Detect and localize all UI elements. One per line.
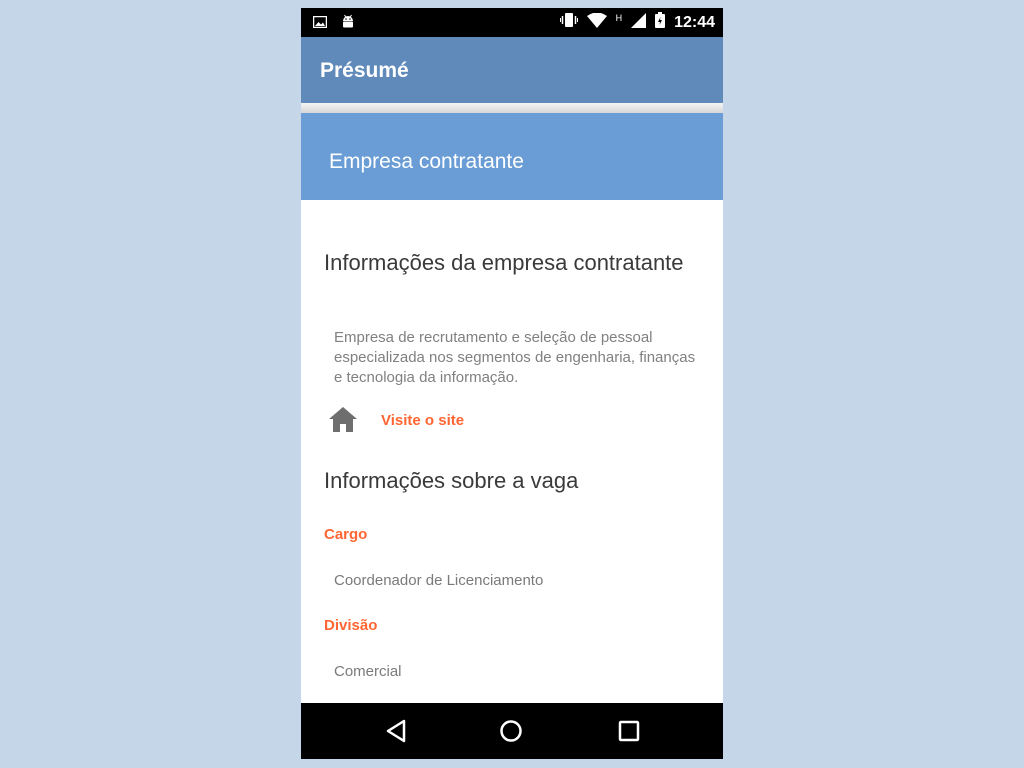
- vibrate-icon: [559, 13, 578, 32]
- battery-icon: [655, 12, 666, 33]
- section-title: Empresa contratante: [329, 150, 524, 173]
- network-type-label: H: [615, 12, 623, 23]
- job-info-heading: Informações sobre a vaga: [324, 468, 579, 493]
- back-icon[interactable]: [384, 719, 408, 748]
- app-title: Présumé: [320, 59, 409, 82]
- app-bar-shadow: [301, 103, 723, 113]
- home-icon: [328, 406, 358, 438]
- field-value-cargo: Coordenador de Licenciamento: [334, 572, 544, 589]
- status-bar: H 12:44: [301, 8, 723, 37]
- navigation-bar: [301, 703, 723, 759]
- field-label-divisao: Divisão: [324, 617, 378, 634]
- company-description: Empresa de recrutamento e seleção de pes…: [334, 329, 696, 386]
- phone-screen: H 12:44 Présumé Empresa contratante Info…: [301, 8, 723, 759]
- status-time: 12:44: [674, 13, 715, 31]
- visit-site-link[interactable]: Visite o site: [381, 412, 464, 429]
- section-header: Empresa contratante: [301, 113, 723, 200]
- android-notification-icon: [341, 14, 355, 33]
- status-left: [312, 14, 355, 33]
- status-right: H 12:44: [559, 12, 715, 33]
- home-circle-icon[interactable]: [499, 719, 523, 748]
- signal-icon: [631, 12, 647, 33]
- company-info-heading: Informações da empresa contratante: [324, 250, 684, 275]
- content-area: Informações da empresa contratante Empre…: [301, 200, 723, 703]
- image-notification-icon: [312, 15, 328, 33]
- field-value-divisao: Comercial: [334, 663, 402, 680]
- app-bar: Présumé: [301, 37, 723, 103]
- field-label-cargo: Cargo: [324, 526, 368, 543]
- wifi-icon: [586, 12, 607, 33]
- recents-icon[interactable]: [617, 719, 641, 748]
